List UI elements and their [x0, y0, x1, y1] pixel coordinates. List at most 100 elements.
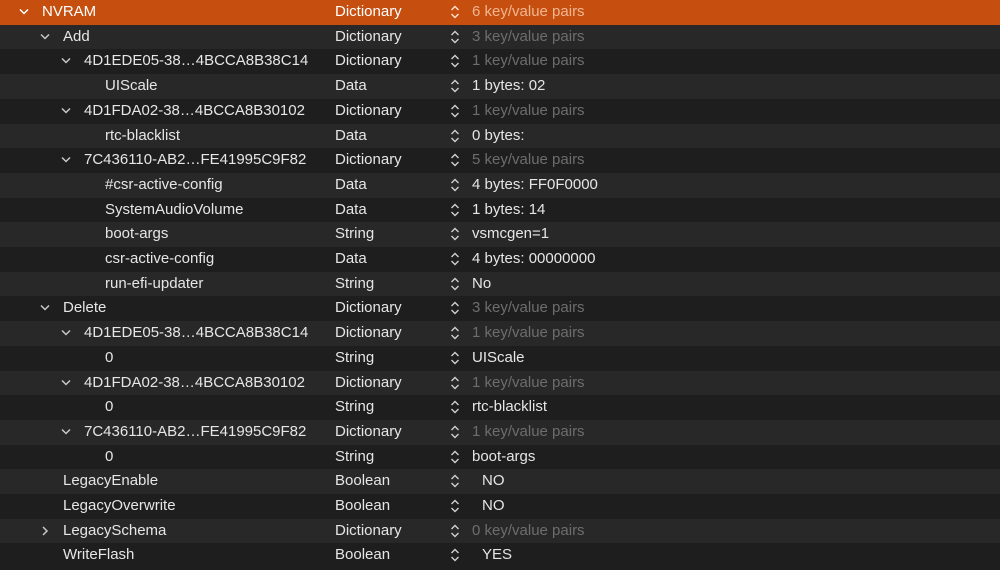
row-key[interactable]: 4D1FDA02-38…4BCCA8B30102: [84, 99, 305, 123]
type-stepper-icon[interactable]: [449, 272, 461, 296]
outline-row[interactable]: 7C436110-AB2…FE41995C9F82 Dictionary 1 key…: [0, 419, 1000, 445]
outline-row[interactable]: LegacyOverwrite Boolean NO: [0, 494, 1000, 519]
row-value[interactable]: rtc-blacklist: [472, 395, 547, 419]
outline-row[interactable]: 4D1FDA02-38…4BCCA8B30102 Dictionary 1 key/…: [0, 370, 1000, 396]
row-type[interactable]: Dictionary: [335, 296, 402, 320]
row-key[interactable]: 7C436110-AB2…FE41995C9F82: [84, 148, 306, 172]
type-stepper-icon[interactable]: [449, 99, 461, 123]
outline-row[interactable]: Delete Dictionary 3 key/value pairs: [0, 296, 1000, 321]
row-value[interactable]: UIScale: [472, 346, 525, 370]
row-key[interactable]: Delete: [63, 296, 106, 320]
disclosure-expanded-icon[interactable]: [59, 148, 73, 172]
row-type[interactable]: Data: [335, 198, 367, 222]
disclosure-expanded-icon[interactable]: [38, 25, 52, 49]
outline-row[interactable]: 0 String rtc-blacklist: [0, 395, 1000, 420]
disclosure-expanded-icon[interactable]: [59, 99, 73, 123]
type-stepper-icon[interactable]: [449, 49, 461, 73]
outline-row[interactable]: 0 String boot-args: [0, 445, 1000, 470]
row-key[interactable]: 4D1FDA02-38…4BCCA8B30102: [84, 371, 305, 395]
row-key[interactable]: LegacyEnable: [63, 469, 158, 493]
row-type[interactable]: Data: [335, 74, 367, 98]
row-type[interactable]: Data: [335, 173, 367, 197]
disclosure-expanded-icon[interactable]: [59, 321, 73, 345]
row-key[interactable]: 0: [105, 395, 113, 419]
outline-row[interactable]: 4D1EDE05-38…4BCCA8B38C14 Dictionary 1 key/…: [0, 49, 1000, 74]
type-stepper-icon[interactable]: [449, 124, 461, 148]
row-type[interactable]: Boolean: [335, 543, 390, 567]
row-type[interactable]: Data: [335, 247, 367, 271]
row-type[interactable]: Dictionary: [335, 371, 402, 395]
disclosure-expanded-icon[interactable]: [17, 0, 31, 24]
row-key[interactable]: LegacyOverwrite: [63, 494, 176, 518]
row-key[interactable]: 0: [105, 445, 113, 469]
outline-row[interactable]: boot-args String vsmcgen=1: [0, 222, 1000, 247]
type-stepper-icon[interactable]: [449, 148, 461, 172]
row-value[interactable]: 0 bytes:: [472, 124, 525, 148]
type-stepper-icon[interactable]: [449, 543, 461, 567]
outline-row[interactable]: LegacyEnable Boolean NO: [0, 469, 1000, 494]
outline-row[interactable]: SystemAudioVolume Data 1 bytes: 14: [0, 198, 1000, 223]
type-stepper-icon[interactable]: [449, 0, 461, 24]
outline-row[interactable]: 0 String UIScale: [0, 346, 1000, 371]
outline-row[interactable]: csr-active-config Data 4 bytes: 00000000: [0, 247, 1000, 272]
row-value[interactable]: 1 bytes: 14: [472, 198, 545, 222]
row-type[interactable]: Dictionary: [335, 420, 402, 444]
row-type[interactable]: Dictionary: [335, 321, 402, 345]
type-stepper-icon[interactable]: [449, 420, 461, 444]
row-value[interactable]: 4 bytes: 00000000: [472, 247, 595, 271]
row-type[interactable]: Dictionary: [335, 99, 402, 123]
type-stepper-icon[interactable]: [449, 395, 461, 419]
outline-row[interactable]: #csr-active-config Data 4 bytes: FF0F0000: [0, 172, 1000, 198]
type-stepper-icon[interactable]: [449, 346, 461, 370]
disclosure-expanded-icon[interactable]: [59, 49, 73, 73]
type-stepper-icon[interactable]: [449, 25, 461, 49]
outline-row[interactable]: LegacySchema Dictionary 0 key/value pairs: [0, 518, 1000, 544]
outline-row[interactable]: UIScale Data 1 bytes: 02: [0, 74, 1000, 99]
type-stepper-icon[interactable]: [449, 321, 461, 345]
outline-row[interactable]: run-efi-updater String No: [0, 271, 1000, 297]
row-type[interactable]: String: [335, 346, 374, 370]
row-key[interactable]: #csr-active-config: [105, 173, 223, 197]
outline-row[interactable]: NVRAM Dictionary 6 key/value pairs: [0, 0, 1000, 25]
type-stepper-icon[interactable]: [449, 173, 461, 197]
type-stepper-icon[interactable]: [449, 198, 461, 222]
row-key[interactable]: csr-active-config: [105, 247, 214, 271]
row-value[interactable]: vsmcgen=1: [472, 222, 549, 246]
type-stepper-icon[interactable]: [449, 247, 461, 271]
type-stepper-icon[interactable]: [449, 469, 461, 493]
row-key[interactable]: 4D1EDE05-38…4BCCA8B38C14: [84, 321, 308, 345]
row-value[interactable]: NO: [482, 494, 505, 518]
type-stepper-icon[interactable]: [449, 519, 461, 543]
row-value[interactable]: 4 bytes: FF0F0000: [472, 173, 598, 197]
row-key[interactable]: run-efi-updater: [105, 272, 203, 296]
row-type[interactable]: Dictionary: [335, 49, 402, 73]
row-key[interactable]: NVRAM: [42, 0, 96, 24]
outline-row[interactable]: 4D1EDE05-38…4BCCA8B38C14 Dictionary 1 key/…: [0, 321, 1000, 346]
type-stepper-icon[interactable]: [449, 296, 461, 320]
row-type[interactable]: Data: [335, 124, 367, 148]
type-stepper-icon[interactable]: [449, 74, 461, 98]
row-key[interactable]: Add: [63, 25, 90, 49]
row-type[interactable]: Dictionary: [335, 519, 402, 543]
row-key[interactable]: rtc-blacklist: [105, 124, 180, 148]
row-key[interactable]: 4D1EDE05-38…4BCCA8B38C14: [84, 49, 308, 73]
row-key[interactable]: UIScale: [105, 74, 158, 98]
row-type[interactable]: Boolean: [335, 469, 390, 493]
row-type[interactable]: String: [335, 272, 374, 296]
outline-row[interactable]: 4D1FDA02-38…4BCCA8B30102 Dictionary 1 key/…: [0, 99, 1000, 124]
row-value[interactable]: No: [472, 272, 491, 296]
type-stepper-icon[interactable]: [449, 494, 461, 518]
row-type[interactable]: Dictionary: [335, 148, 402, 172]
row-key[interactable]: 0: [105, 346, 113, 370]
outline-row[interactable]: WriteFlash Boolean YES: [0, 543, 1000, 568]
row-type[interactable]: String: [335, 445, 374, 469]
row-type[interactable]: String: [335, 395, 374, 419]
disclosure-collapsed-icon[interactable]: [38, 519, 52, 543]
type-stepper-icon[interactable]: [449, 222, 461, 246]
row-value[interactable]: boot-args: [472, 445, 535, 469]
type-stepper-icon[interactable]: [449, 445, 461, 469]
row-type[interactable]: Dictionary: [335, 25, 402, 49]
row-key[interactable]: 7C436110-AB2…FE41995C9F82: [84, 420, 306, 444]
disclosure-expanded-icon[interactable]: [59, 371, 73, 395]
row-value[interactable]: NO: [482, 469, 505, 493]
